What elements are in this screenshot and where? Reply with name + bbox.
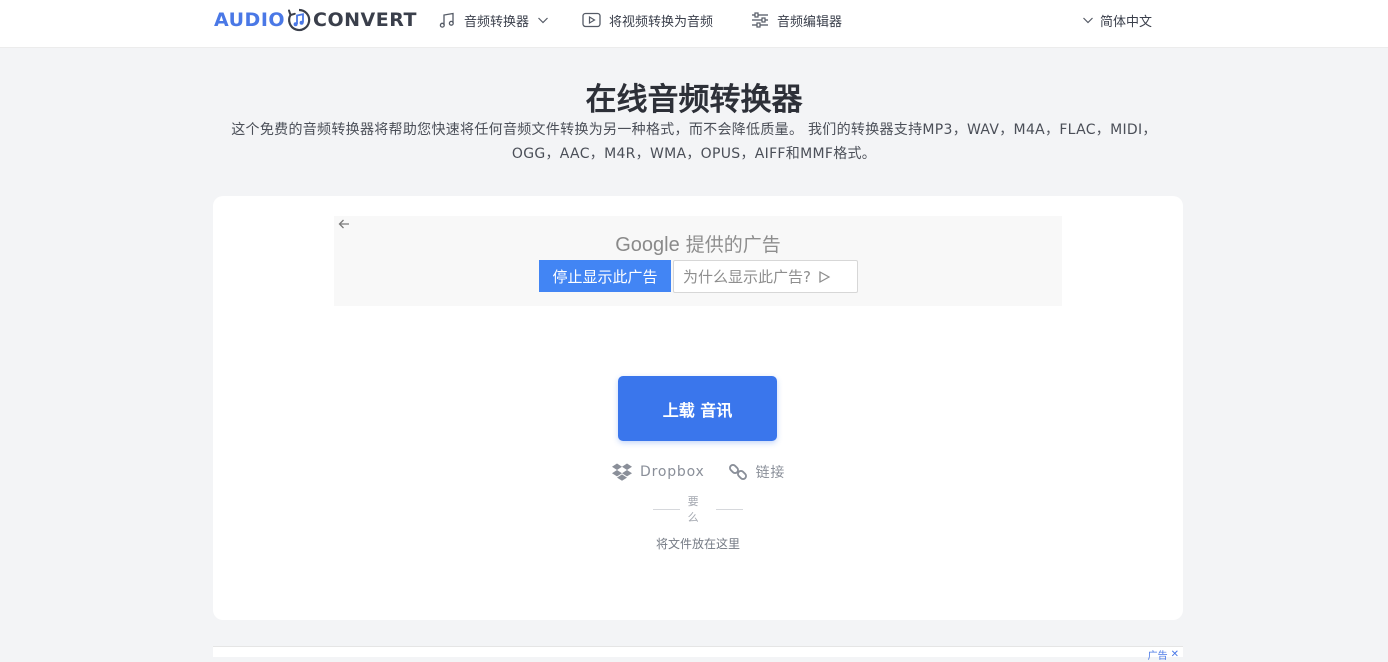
- link-label: 链接: [755, 465, 786, 481]
- upload-sources: Dropbox 链接: [611, 461, 801, 483]
- nav-audio-converter[interactable]: 音频转换器: [438, 10, 549, 30]
- page-title: 在线音频转换器: [585, 82, 803, 118]
- chevron-down-icon: [1083, 17, 1093, 24]
- sliders-icon: [752, 12, 768, 28]
- ad-heading: Google 提供的广告: [334, 230, 1062, 257]
- adchoices-icon: [819, 270, 831, 283]
- top-header: AUDIO CONVERT 音频转换器 将视频转换为音频 音频编辑器 简体中文: [0, 0, 1388, 48]
- google-wordmark: Google: [615, 234, 680, 256]
- site-logo[interactable]: AUDIO CONVERT: [214, 6, 417, 34]
- bottom-ad-banner: 广告 ✕: [213, 646, 1183, 662]
- nav-audio-editor-label: 音频编辑器: [777, 14, 843, 30]
- ad-label[interactable]: 广告 ✕: [1148, 647, 1179, 662]
- or-label: 要么: [687, 495, 699, 524]
- nav-audio-editor[interactable]: 音频编辑器: [751, 10, 842, 30]
- language-label: 简体中文: [1100, 14, 1153, 30]
- dropbox-icon: [612, 463, 632, 481]
- logo-text-convert: CONVERT: [313, 9, 417, 31]
- upload-audio-button[interactable]: 上载 音讯: [618, 376, 777, 441]
- divider-line: [716, 508, 743, 510]
- or-divider: 要么: [653, 495, 743, 524]
- music-note-icon: [439, 12, 454, 28]
- divider-line: [653, 508, 680, 510]
- converter-card: Google 提供的广告 停止显示此广告 为什么显示此广告? 上载 音讯 Drop…: [213, 196, 1183, 620]
- stop-ad-button[interactable]: 停止显示此广告: [539, 260, 671, 292]
- why-ad-button[interactable]: 为什么显示此广告?: [673, 260, 858, 293]
- drop-zone-text: 将文件放在这里: [655, 537, 740, 551]
- nav-audio-converter-label: 音频转换器: [464, 14, 530, 30]
- page-subtitle: 这个免费的音频转换器将帮助您快速将任何音频文件转换为另一种格式，而不会降低质量。…: [231, 122, 1157, 162]
- ad-label-text: 广告: [1147, 651, 1168, 662]
- why-ad-label: 为什么显示此广告?: [683, 268, 811, 286]
- link-option[interactable]: 链接: [727, 461, 786, 483]
- dropbox-option[interactable]: Dropbox: [611, 462, 705, 482]
- dropbox-label: Dropbox: [640, 464, 705, 480]
- link-icon: [728, 464, 747, 480]
- play-box-icon: [582, 12, 601, 28]
- ad-provided-by: 提供的广告: [685, 234, 781, 256]
- nav-video-to-audio-label: 将视频转换为音频: [609, 14, 714, 30]
- chevron-down-icon: [538, 17, 548, 24]
- ad-container: Google 提供的广告 停止显示此广告 为什么显示此广告?: [334, 216, 1062, 306]
- logo-text-audio: AUDIO: [214, 9, 286, 31]
- close-icon[interactable]: ✕: [1171, 649, 1179, 660]
- logo-mark-icon: [288, 8, 311, 32]
- nav-video-to-audio[interactable]: 将视频转换为音频: [582, 10, 713, 30]
- language-selector[interactable]: 简体中文: [1082, 10, 1152, 30]
